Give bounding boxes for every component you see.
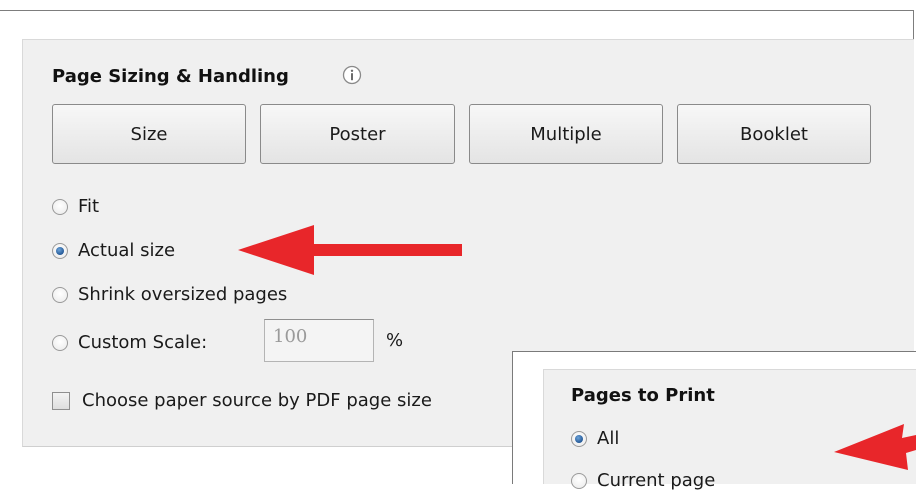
- paper-source-option[interactable]: Choose paper source by PDF page size: [52, 390, 432, 411]
- red-arrow-annotation-2: [834, 424, 916, 470]
- current-page-radio[interactable]: [571, 472, 587, 489]
- poster-button[interactable]: Poster: [260, 104, 455, 164]
- fit-label: Fit: [78, 196, 100, 217]
- paper-source-checkbox[interactable]: [52, 391, 70, 410]
- custom-scale-radio[interactable]: [52, 334, 68, 351]
- pages-to-print-title: Pages to Print: [571, 385, 715, 406]
- paper-source-label: Choose paper source by PDF page size: [82, 390, 432, 411]
- percent-label: %: [386, 330, 404, 351]
- actual-size-option[interactable]: Actual size: [52, 240, 175, 261]
- current-page-option[interactable]: Current page: [571, 470, 715, 491]
- page-sizing-title: Page Sizing & Handling: [52, 66, 289, 87]
- actual-size-radio[interactable]: [52, 242, 68, 259]
- multiple-button[interactable]: Multiple: [469, 104, 663, 164]
- info-icon[interactable]: [342, 65, 362, 85]
- booklet-button[interactable]: Booklet: [677, 104, 871, 164]
- current-page-label: Current page: [597, 470, 716, 491]
- all-pages-label: All: [597, 428, 620, 449]
- shrink-oversized-option[interactable]: Shrink oversized pages: [52, 284, 287, 305]
- fit-option[interactable]: Fit: [52, 196, 99, 217]
- all-pages-radio[interactable]: [571, 430, 587, 447]
- actual-size-label: Actual size: [78, 240, 176, 261]
- all-pages-option[interactable]: All: [571, 428, 619, 449]
- red-arrow-annotation: [238, 225, 462, 275]
- shrink-oversized-label: Shrink oversized pages: [78, 284, 288, 305]
- shrink-oversized-radio[interactable]: [52, 286, 68, 303]
- custom-scale-option[interactable]: Custom Scale:: [52, 332, 207, 353]
- custom-scale-label: Custom Scale:: [78, 332, 208, 353]
- fit-radio[interactable]: [52, 198, 68, 215]
- custom-scale-input[interactable]: 100: [264, 319, 374, 362]
- size-button[interactable]: Size: [52, 104, 246, 164]
